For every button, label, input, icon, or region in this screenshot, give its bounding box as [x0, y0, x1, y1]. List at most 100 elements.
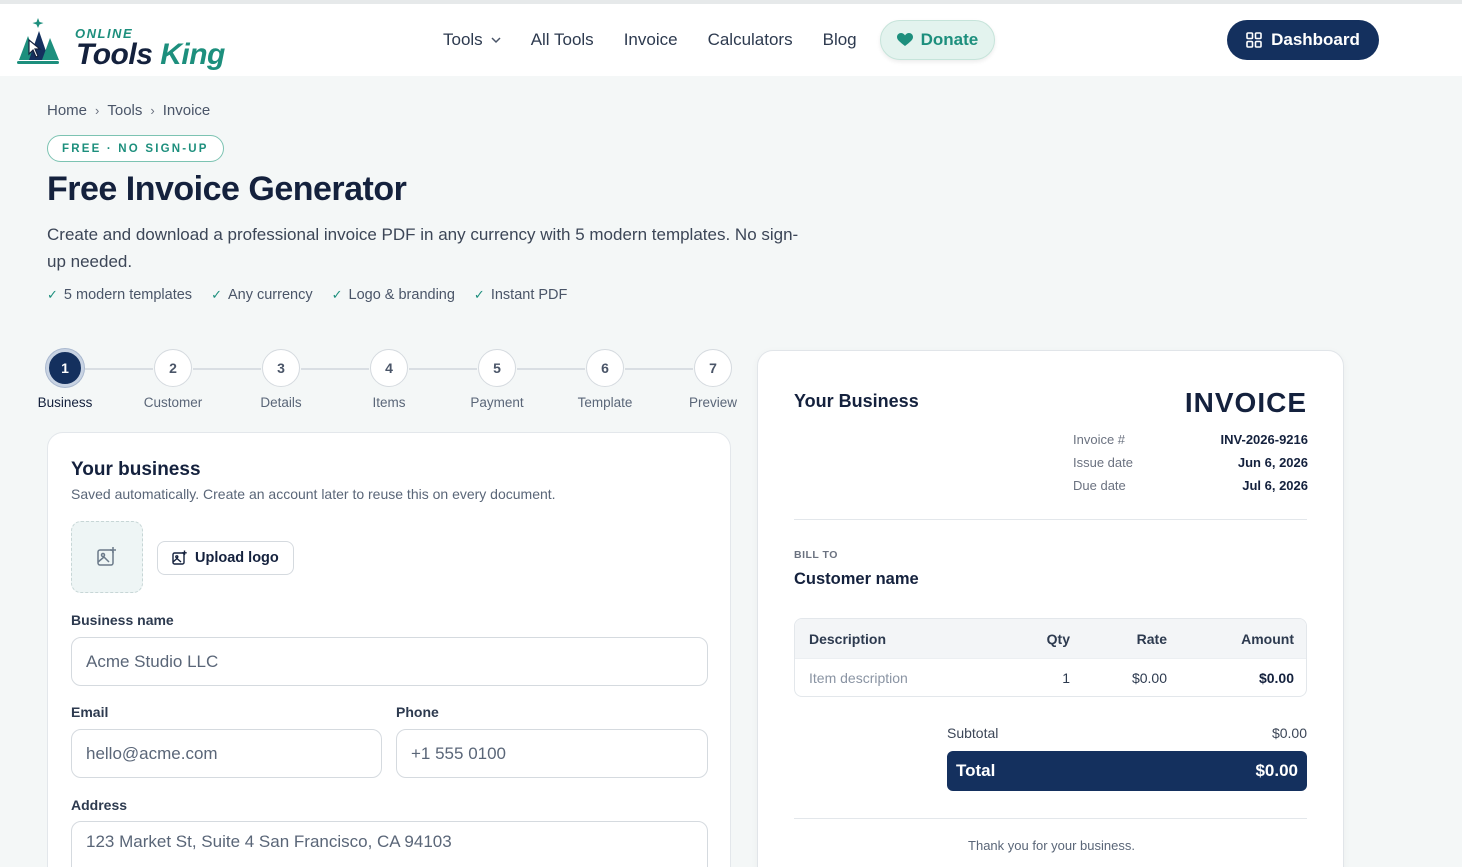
step-label: Preview: [688, 395, 737, 410]
check-icon: ✓: [211, 287, 222, 302]
col-rate: Rate: [1136, 630, 1167, 647]
upload-logo-button[interactable]: Upload logo: [157, 541, 294, 575]
meta-row: Issue date Jun 6, 2026: [1073, 455, 1308, 478]
feature-item: ✓ Instant PDF: [474, 287, 567, 303]
item-description: Item description: [809, 670, 908, 686]
feature-label: Any currency: [227, 287, 313, 303]
subtotal-label: Subtotal: [947, 725, 999, 741]
nav-blog[interactable]: Blog: [808, 30, 872, 50]
email-input[interactable]: hello@acme.com: [71, 729, 382, 778]
feature-item: ✓ Any currency: [211, 287, 313, 303]
subtotal-row: Subtotal $0.00: [947, 725, 1307, 741]
col-amount: Amount: [1241, 630, 1294, 647]
invoice-preview: Your Business INVOICE Invoice # INV-2026-…: [757, 350, 1344, 867]
breadcrumb-tools[interactable]: Tools: [107, 102, 142, 119]
step-number: 1: [46, 349, 84, 387]
step-preview[interactable]: 7 Preview: [673, 349, 753, 410]
step-items[interactable]: 4 Items: [349, 349, 429, 410]
table-row: Item description 1 $0.00 $0.00: [795, 658, 1306, 696]
preview-divider: [794, 519, 1307, 520]
check-icon: ✓: [47, 287, 58, 302]
feature-list: ✓ 5 modern templates ✓ Any currency ✓ Logo …: [47, 287, 567, 303]
business-name-label: Business name: [71, 612, 174, 628]
breadcrumb-current: Invoice: [162, 102, 211, 119]
preview-meta: Invoice # INV-2026-9216 Issue date Jun 6, …: [1073, 432, 1308, 501]
dashboard-button[interactable]: Dashboard: [1227, 20, 1379, 60]
brand-logo[interactable]: ONLINE Tools King: [16, 14, 236, 71]
nav-calculators[interactable]: Calculators: [693, 30, 808, 50]
total-label: Total: [956, 761, 996, 780]
breadcrumb-home[interactable]: Home: [47, 102, 87, 119]
chevron-right-icon: ›: [95, 103, 100, 118]
business-name-input[interactable]: Acme Studio LLC: [71, 637, 708, 686]
total-value: $0.00: [1255, 761, 1298, 780]
meta-value: Jun 6, 2026: [1237, 455, 1308, 470]
donate-label: Donate: [920, 30, 979, 49]
step-label: Details: [260, 395, 302, 410]
meta-value: INV-2026-9216: [1220, 432, 1308, 447]
upload-logo-label: Upload logo: [195, 550, 279, 566]
grid-icon: [1246, 32, 1262, 48]
step-business[interactable]: 1 Business: [25, 349, 105, 410]
donate-button[interactable]: Donate: [879, 20, 996, 60]
col-description: Description: [809, 630, 887, 647]
business-form-card: Your business Saved automatically. Creat…: [47, 432, 731, 867]
email-label: Email: [71, 704, 109, 720]
step-label: Payment: [470, 395, 524, 410]
image-add-icon: [172, 550, 187, 565]
nav-tools-dropdown[interactable]: Tools: [428, 30, 516, 50]
step-label: Items: [372, 395, 406, 410]
preview-business-name: Your Business: [794, 391, 919, 411]
item-amount: $0.00: [1258, 670, 1294, 686]
dashboard-label: Dashboard: [1271, 30, 1360, 49]
step-number: 4: [370, 349, 408, 387]
preview-divider: [794, 818, 1307, 819]
item-qty: 1: [1062, 670, 1070, 686]
crown-trees-logo-icon: [17, 18, 59, 64]
table-header: Description Qty Rate Amount: [795, 619, 1306, 658]
main-nav: Tools All Tools Invoice Calculators Blog…: [428, 18, 996, 62]
step-number: 7: [694, 349, 732, 387]
step-customer[interactable]: 2 Customer: [133, 349, 213, 410]
chevron-down-icon: [491, 36, 501, 43]
image-add-icon: [97, 547, 116, 566]
nav-invoice[interactable]: Invoice: [609, 30, 693, 50]
address-textarea[interactable]: 123 Market St, Suite 4 San Francisco, CA…: [71, 821, 708, 867]
step-number: 3: [262, 349, 300, 387]
meta-row: Due date Jul 6, 2026: [1073, 478, 1308, 501]
check-icon: ✓: [473, 287, 485, 302]
logo-dropzone[interactable]: [71, 521, 143, 593]
phone-input[interactable]: +1 555 0100: [396, 729, 708, 778]
page-title: Free Invoice Generator: [47, 170, 407, 208]
meta-key: Due date: [1073, 478, 1126, 493]
step-number: 2: [154, 349, 192, 387]
step-label: Business: [37, 395, 93, 410]
step-label: Template: [577, 395, 633, 410]
step-label: Customer: [143, 395, 203, 410]
breadcrumb: Home › Tools › Invoice: [47, 102, 210, 119]
phone-label: Phone: [396, 704, 439, 720]
free-badge: FREE · NO SIGN-UP: [47, 135, 224, 162]
step-number: 5: [478, 349, 516, 387]
step-template[interactable]: 6 Template: [565, 349, 645, 410]
step-number: 6: [586, 349, 624, 387]
meta-row: Invoice # INV-2026-9216: [1073, 432, 1308, 455]
form-title: Your business: [71, 459, 201, 480]
form-subtitle: Saved automatically. Create an account l…: [71, 486, 556, 502]
feature-item: ✓ 5 modern templates: [47, 287, 192, 303]
chevron-right-icon: ›: [150, 103, 155, 118]
feature-label: 5 modern templates: [63, 287, 193, 303]
nav-tools-label: Tools: [443, 30, 483, 49]
preview-invoice-title: INVOICE: [1184, 387, 1307, 418]
step-details[interactable]: 3 Details: [241, 349, 321, 410]
bill-to-label: BILL TO: [794, 549, 838, 561]
nav-all-tools[interactable]: All Tools: [516, 30, 609, 50]
preview-items-table: Description Qty Rate Amount Item descrip…: [794, 618, 1307, 697]
step-payment[interactable]: 5 Payment: [457, 349, 537, 410]
col-qty: Qty: [1046, 630, 1070, 647]
total-row: Total $0.00: [947, 751, 1307, 791]
feature-label: Logo & branding: [348, 287, 455, 303]
feature-item: ✓ Logo & branding: [332, 287, 455, 303]
brand-name-part1: Tools: [76, 38, 153, 71]
brand-name-part2: King: [160, 38, 225, 71]
